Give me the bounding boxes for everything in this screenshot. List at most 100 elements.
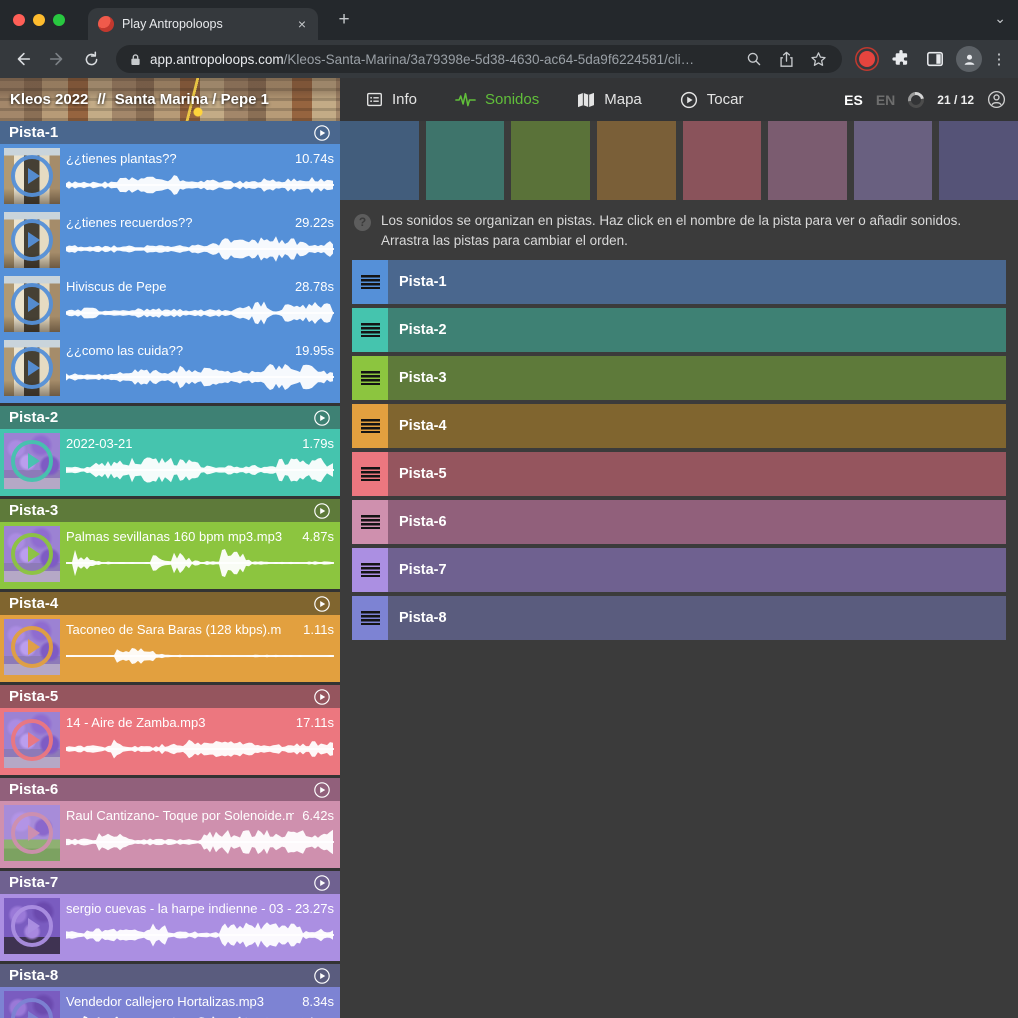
clip-play-icon[interactable] [11,719,53,761]
audio-clip[interactable]: ¿¿tienes recuerdos?? 29.22s [0,208,340,272]
close-window-button[interactable] [13,14,25,26]
color-swatch-pista-7 [854,121,933,200]
lock-icon[interactable] [128,53,142,66]
nav-item-info[interactable]: Info [366,91,417,108]
track-play-button[interactable] [313,409,331,427]
extensions-puzzle-icon[interactable] [886,45,916,73]
track-row-pista-5[interactable]: Pista-5 [352,452,1006,496]
clip-play-icon[interactable] [11,283,53,325]
browser-menu-icon[interactable]: ⋮ [988,50,1010,68]
audio-clip[interactable]: ¿¿como las cuida?? 19.95s [0,336,340,400]
clip-play-icon[interactable] [11,155,53,197]
clip-thumbnail[interactable] [4,898,60,954]
clip-thumbnail[interactable] [4,619,60,675]
share-icon[interactable] [774,51,798,68]
address-bar[interactable]: app.antropoloops.com/Kleos-Santa-Marina/… [116,45,842,73]
track-play-button[interactable] [313,595,331,613]
zoom-page-icon[interactable] [742,51,766,67]
track-header[interactable]: Pista-1 [0,121,340,144]
lang-toggle-es[interactable]: ES [844,92,863,108]
account-icon[interactable] [987,90,1006,109]
audio-clip[interactable]: Palmas sevillanas 160 bpm mp3.mp3 4.87s [0,522,340,586]
audio-clip[interactable]: Hiviscus de Pepe 28.78s [0,272,340,336]
track-header[interactable]: Pista-6 [0,778,340,801]
drag-handle-icon[interactable] [352,260,388,304]
breadcrumb-title[interactable]: Santa Marina / Pepe 1 [115,91,269,108]
browser-tab[interactable]: Play Antropoloops × [88,8,318,40]
audio-clip[interactable]: ¿¿tienes plantas?? 10.74s [0,144,340,208]
track-row-pista-4[interactable]: Pista-4 [352,404,1006,448]
nav-item-tocar[interactable]: Tocar [680,91,744,109]
track-play-button[interactable] [313,781,331,799]
clip-thumbnail[interactable] [4,712,60,768]
zoom-window-button[interactable] [53,14,65,26]
clip-duration: 10.74s [295,151,334,166]
nav-item-sonidos[interactable]: Sonidos [455,91,539,108]
track-row-pista-7[interactable]: Pista-7 [352,548,1006,592]
reload-button[interactable] [76,45,106,73]
clip-play-icon[interactable] [11,347,53,389]
clip-title: ¿¿tienes recuerdos?? [66,215,282,230]
track-header[interactable]: Pista-5 [0,685,340,708]
track-header[interactable]: Pista-7 [0,871,340,894]
clip-thumbnail[interactable] [4,212,60,268]
bookmark-star-icon[interactable] [806,51,830,68]
clip-thumbnail[interactable] [4,433,60,489]
drag-handle-icon[interactable] [352,356,388,400]
clip-play-icon[interactable] [11,626,53,668]
browser-profile-avatar[interactable] [954,45,984,73]
tab-search-chevron-icon[interactable]: ⌄ [994,10,1006,27]
drag-handle-icon[interactable] [352,308,388,352]
audio-clip[interactable]: Raul Cantizano- Toque por Solenoide.mp3 … [0,801,340,865]
track-play-button[interactable] [313,874,331,892]
track-header[interactable]: Pista-4 [0,592,340,615]
drag-handle-icon[interactable] [352,452,388,496]
clip-play-icon[interactable] [11,440,53,482]
audio-clip[interactable]: Vendedor callejero Hortalizas.mp3 8.34s [0,987,340,1018]
track-header[interactable]: Pista-8 [0,964,340,987]
drag-handle-icon[interactable] [352,500,388,544]
clip-thumbnail[interactable] [4,148,60,204]
track-play-button[interactable] [313,967,331,985]
audio-clip[interactable]: Taconeo de Sara Baras (128 kbps).mp3 1.1… [0,615,340,679]
back-button[interactable] [8,45,38,73]
audio-clip[interactable]: sergio cuevas - la harpe indienne - 03 -… [0,894,340,958]
clip-play-icon[interactable] [11,812,53,854]
record-extension-icon[interactable] [852,45,882,73]
track-row-pista-8[interactable]: Pista-8 [352,596,1006,640]
track-row-pista-1[interactable]: Pista-1 [352,260,1006,304]
drag-handle-icon[interactable] [352,404,388,448]
clip-play-icon[interactable] [11,533,53,575]
track-play-button[interactable] [313,124,331,142]
clip-play-icon[interactable] [11,219,53,261]
track-row-pista-2[interactable]: Pista-2 [352,308,1006,352]
clip-play-icon[interactable] [11,905,53,947]
lang-toggle-en[interactable]: EN [876,92,895,108]
new-tab-button[interactable]: + [332,9,356,33]
clip-thumbnail[interactable] [4,805,60,861]
project-map-banner[interactable]: Kleos 2022 // Santa Marina / Pepe 1 [0,78,340,121]
clip-thumbnail[interactable] [4,991,60,1018]
drag-handle-icon[interactable] [352,548,388,592]
track-header[interactable]: Pista-2 [0,406,340,429]
clip-thumbnail[interactable] [4,526,60,582]
track-play-button[interactable] [313,502,331,520]
clip-thumbnail[interactable] [4,340,60,396]
minimize-window-button[interactable] [33,14,45,26]
macos-window-controls [13,14,65,26]
audio-clip[interactable]: 2022-03-21 1.79s [0,429,340,493]
track-row-pista-3[interactable]: Pista-3 [352,356,1006,400]
tab-close-icon[interactable]: × [296,16,308,32]
side-panel-icon[interactable] [920,45,950,73]
track-play-button[interactable] [313,688,331,706]
clip-thumbnail[interactable] [4,276,60,332]
track-header[interactable]: Pista-3 [0,499,340,522]
audio-clip[interactable]: 14 - Aire de Zamba.mp3 17.11s [0,708,340,772]
breadcrumb-project[interactable]: Kleos 2022 [10,91,88,108]
nav-item-mapa[interactable]: Mapa [577,91,642,108]
forward-button[interactable] [42,45,72,73]
drag-handle-icon[interactable] [352,596,388,640]
browser-toolbar: app.antropoloops.com/Kleos-Santa-Marina/… [0,40,1018,78]
track-row-pista-6[interactable]: Pista-6 [352,500,1006,544]
clip-play-icon[interactable] [11,998,53,1018]
